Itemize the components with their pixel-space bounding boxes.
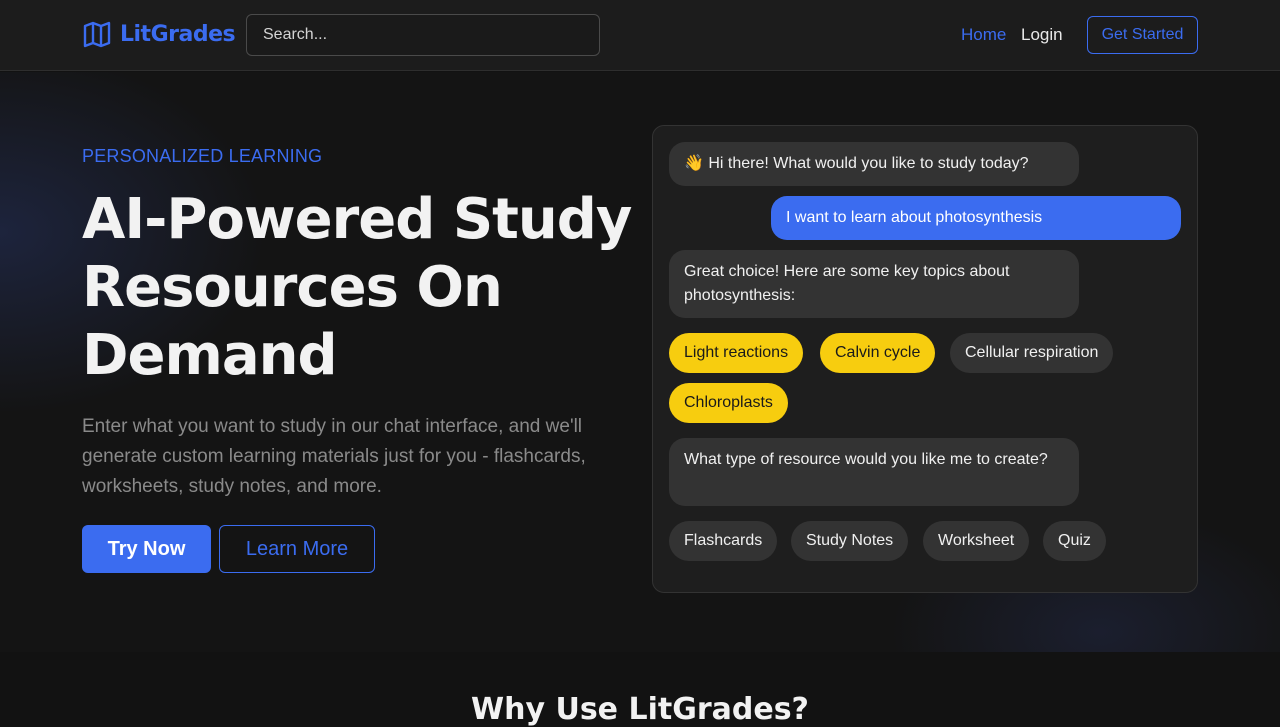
features-section-title: Why Use LitGrades?: [471, 692, 809, 727]
topic-chip-light-reactions[interactable]: Light reactions: [669, 333, 804, 373]
resource-chip-worksheet[interactable]: Worksheet: [923, 521, 1030, 561]
topic-chip-cellular-respiration[interactable]: Cellular respiration: [950, 333, 1114, 373]
chat-message-bot: Great choice! Here are some key topics a…: [669, 250, 1079, 318]
resource-chip-quiz[interactable]: Quiz: [1043, 521, 1106, 561]
get-started-button[interactable]: Get Started: [1087, 16, 1198, 54]
try-now-button[interactable]: Try Now: [82, 525, 211, 573]
navbar: LitGrades Home Login Get Started: [0, 0, 1280, 71]
chat-message-bot: 👋 Hi there! What would you like to study…: [669, 142, 1079, 186]
open-book-icon: [83, 21, 111, 48]
brand-name: LitGrades: [120, 21, 236, 47]
chat-message-user: I want to learn about photosynthesis: [771, 196, 1181, 240]
chat-preview-panel: 👋 Hi there! What would you like to study…: [652, 125, 1198, 593]
nav-link-login[interactable]: Login: [1021, 25, 1063, 45]
resource-chip-flashcards[interactable]: Flashcards: [669, 521, 778, 561]
nav-link-home[interactable]: Home: [961, 25, 1006, 45]
search-input[interactable]: [246, 14, 600, 56]
learn-more-button[interactable]: Learn More: [219, 525, 375, 573]
topic-chip-chloroplasts[interactable]: Chloroplasts: [669, 383, 788, 423]
brand-logo[interactable]: LitGrades: [82, 19, 236, 49]
topic-chip-calvin-cycle[interactable]: Calvin cycle: [820, 333, 936, 373]
hero-subtext: Enter what you want to study in our chat…: [82, 416, 586, 497]
chat-message-bot: What type of resource would you like me …: [669, 438, 1079, 506]
hero-eyebrow: PERSONALIZED LEARNING: [82, 146, 323, 166]
resource-chip-study-notes[interactable]: Study Notes: [791, 521, 909, 561]
hero-headline: AI-Powered Study Resources On Demand: [82, 187, 632, 388]
